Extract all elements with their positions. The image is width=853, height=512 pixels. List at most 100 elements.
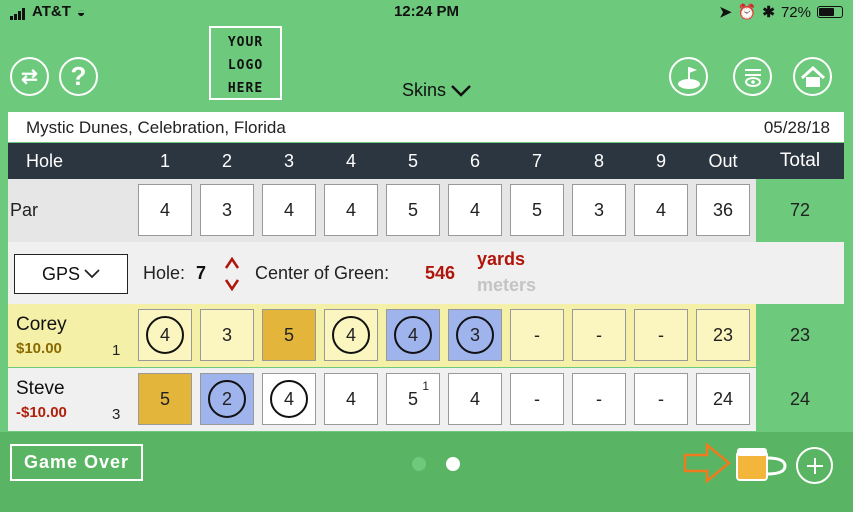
player-out: 23 bbox=[696, 309, 750, 361]
score-circle: 2 bbox=[208, 380, 246, 418]
sync-button[interactable]: ⇄ bbox=[10, 57, 49, 96]
score-circle: 3 bbox=[456, 316, 494, 354]
score-cell[interactable]: 4 bbox=[448, 373, 502, 425]
round-date: 05/28/18 bbox=[763, 118, 830, 137]
score-value: - bbox=[658, 388, 664, 409]
score-value: - bbox=[596, 324, 602, 345]
status-bar: AT&T ◒ 12:24 PM ➤ ⏰ ✱ 72% bbox=[0, 0, 853, 26]
scorecard-view-button[interactable] bbox=[733, 57, 772, 96]
page-dot-active[interactable] bbox=[446, 457, 460, 471]
course-gps-button[interactable] bbox=[669, 57, 708, 96]
score-value: 5 bbox=[159, 388, 170, 409]
add-button[interactable] bbox=[796, 447, 833, 484]
page-dot[interactable] bbox=[412, 457, 426, 471]
score-cell[interactable]: - bbox=[572, 373, 626, 425]
score-circle: 4 bbox=[332, 316, 370, 354]
location-icon: ➤ bbox=[719, 4, 732, 21]
beer-mug-button[interactable] bbox=[735, 446, 789, 482]
plus-icon bbox=[806, 457, 823, 474]
score-cell[interactable]: 5 bbox=[138, 373, 192, 425]
logo-line: LOGO bbox=[227, 58, 264, 73]
score-cell[interactable]: 4 bbox=[324, 309, 378, 361]
score-value: - bbox=[534, 324, 540, 345]
player-row: Corey $10.00 1 4 3 5 4 4 3- - -23 23 bbox=[8, 304, 844, 367]
par-label: Par bbox=[10, 200, 39, 220]
score-cell[interactable]: 51 bbox=[386, 373, 440, 425]
hole-number: 5 bbox=[407, 150, 418, 171]
par-cell: 5 bbox=[510, 184, 564, 236]
unit-meters[interactable]: meters bbox=[477, 275, 536, 296]
golf-hole-icon bbox=[677, 66, 700, 89]
player-out: 24 bbox=[696, 373, 750, 425]
par-total: 72 bbox=[756, 179, 844, 242]
par-cell: 3 bbox=[200, 184, 254, 236]
score-cell[interactable]: - bbox=[634, 309, 688, 361]
hole-number: 6 bbox=[469, 150, 480, 171]
par-cell: 4 bbox=[138, 184, 192, 236]
bluetooth-icon: ✱ bbox=[762, 4, 775, 21]
player-rank: 1 bbox=[112, 342, 121, 359]
logo-placeholder: YOUR LOGO HERE bbox=[209, 26, 282, 100]
score-value: 4 bbox=[345, 388, 356, 409]
home-button[interactable] bbox=[793, 57, 832, 96]
chevron-up-icon[interactable] bbox=[225, 257, 239, 269]
out-header: Out bbox=[708, 150, 738, 171]
battery-percent: 72% bbox=[780, 3, 811, 21]
score-cell[interactable]: 3 bbox=[200, 309, 254, 361]
score-value: 4 bbox=[469, 388, 480, 409]
chevron-down-icon bbox=[451, 84, 471, 97]
sync-icon: ⇄ bbox=[21, 66, 38, 88]
stroke-mark: 1 bbox=[422, 379, 429, 393]
par-cell: 4 bbox=[634, 184, 688, 236]
score-circle: 4 bbox=[146, 316, 184, 354]
game-type-dropdown[interactable]: Skins bbox=[402, 80, 472, 101]
score-cell[interactable]: 4 bbox=[386, 309, 440, 361]
course-info: Mystic Dunes, Celebration, Florida 05/28… bbox=[8, 112, 844, 142]
question-icon: ? bbox=[70, 61, 87, 91]
par-cell: 3 bbox=[572, 184, 626, 236]
hole-label: Hole: bbox=[143, 263, 186, 283]
unit-yards[interactable]: yards bbox=[477, 249, 525, 270]
score-value: 5 bbox=[407, 388, 418, 409]
gps-mode-dropdown[interactable]: GPS bbox=[14, 254, 128, 294]
score-value: 5 bbox=[283, 324, 294, 345]
hole-number: 9 bbox=[655, 150, 666, 171]
help-button[interactable]: ? bbox=[59, 57, 98, 96]
hole-header-row: Hole 1 2 3 4 5 6 7 8 9 Out Total bbox=[8, 143, 844, 179]
score-cell[interactable]: 4 bbox=[262, 373, 316, 425]
chevron-down-icon bbox=[84, 269, 100, 279]
score-cell[interactable]: - bbox=[510, 309, 564, 361]
total-header: Total bbox=[779, 150, 821, 171]
par-cell: 4 bbox=[324, 184, 378, 236]
alarm-icon: ⏰ bbox=[737, 4, 757, 21]
chevron-down-icon[interactable] bbox=[225, 279, 239, 291]
player-rank: 3 bbox=[112, 406, 121, 423]
score-cell[interactable]: 2 bbox=[200, 373, 254, 425]
hole-number: 4 bbox=[345, 150, 356, 171]
player-money: $10.00 bbox=[16, 340, 62, 357]
hole-stepper[interactable] bbox=[222, 255, 242, 293]
score-cell[interactable]: - bbox=[510, 373, 564, 425]
arrow-right-icon bbox=[683, 442, 731, 484]
par-out: 36 bbox=[696, 184, 750, 236]
score-cell[interactable]: - bbox=[572, 309, 626, 361]
logo-line: HERE bbox=[227, 81, 264, 96]
hole-number: 2 bbox=[221, 150, 232, 171]
par-row: Par 4 3 4 4 5 4 5 3 4 36 72 bbox=[8, 179, 844, 242]
game-over-button[interactable]: Game Over bbox=[10, 444, 143, 481]
par-cell: 4 bbox=[262, 184, 316, 236]
current-hole: 7 bbox=[196, 263, 207, 283]
player-name[interactable]: Steve bbox=[16, 378, 65, 400]
score-cell[interactable]: 5 bbox=[262, 309, 316, 361]
par-cell: 4 bbox=[448, 184, 502, 236]
score-cell[interactable]: 3 bbox=[448, 309, 502, 361]
score-cell[interactable]: - bbox=[634, 373, 688, 425]
score-cell[interactable]: 4 bbox=[324, 373, 378, 425]
player-name[interactable]: Corey bbox=[16, 314, 67, 336]
hole-number: 8 bbox=[593, 150, 604, 171]
hole-number: 1 bbox=[159, 150, 170, 171]
score-value: 3 bbox=[221, 324, 232, 345]
list-eye-icon bbox=[744, 68, 761, 87]
score-value: - bbox=[596, 388, 602, 409]
score-cell[interactable]: 4 bbox=[138, 309, 192, 361]
